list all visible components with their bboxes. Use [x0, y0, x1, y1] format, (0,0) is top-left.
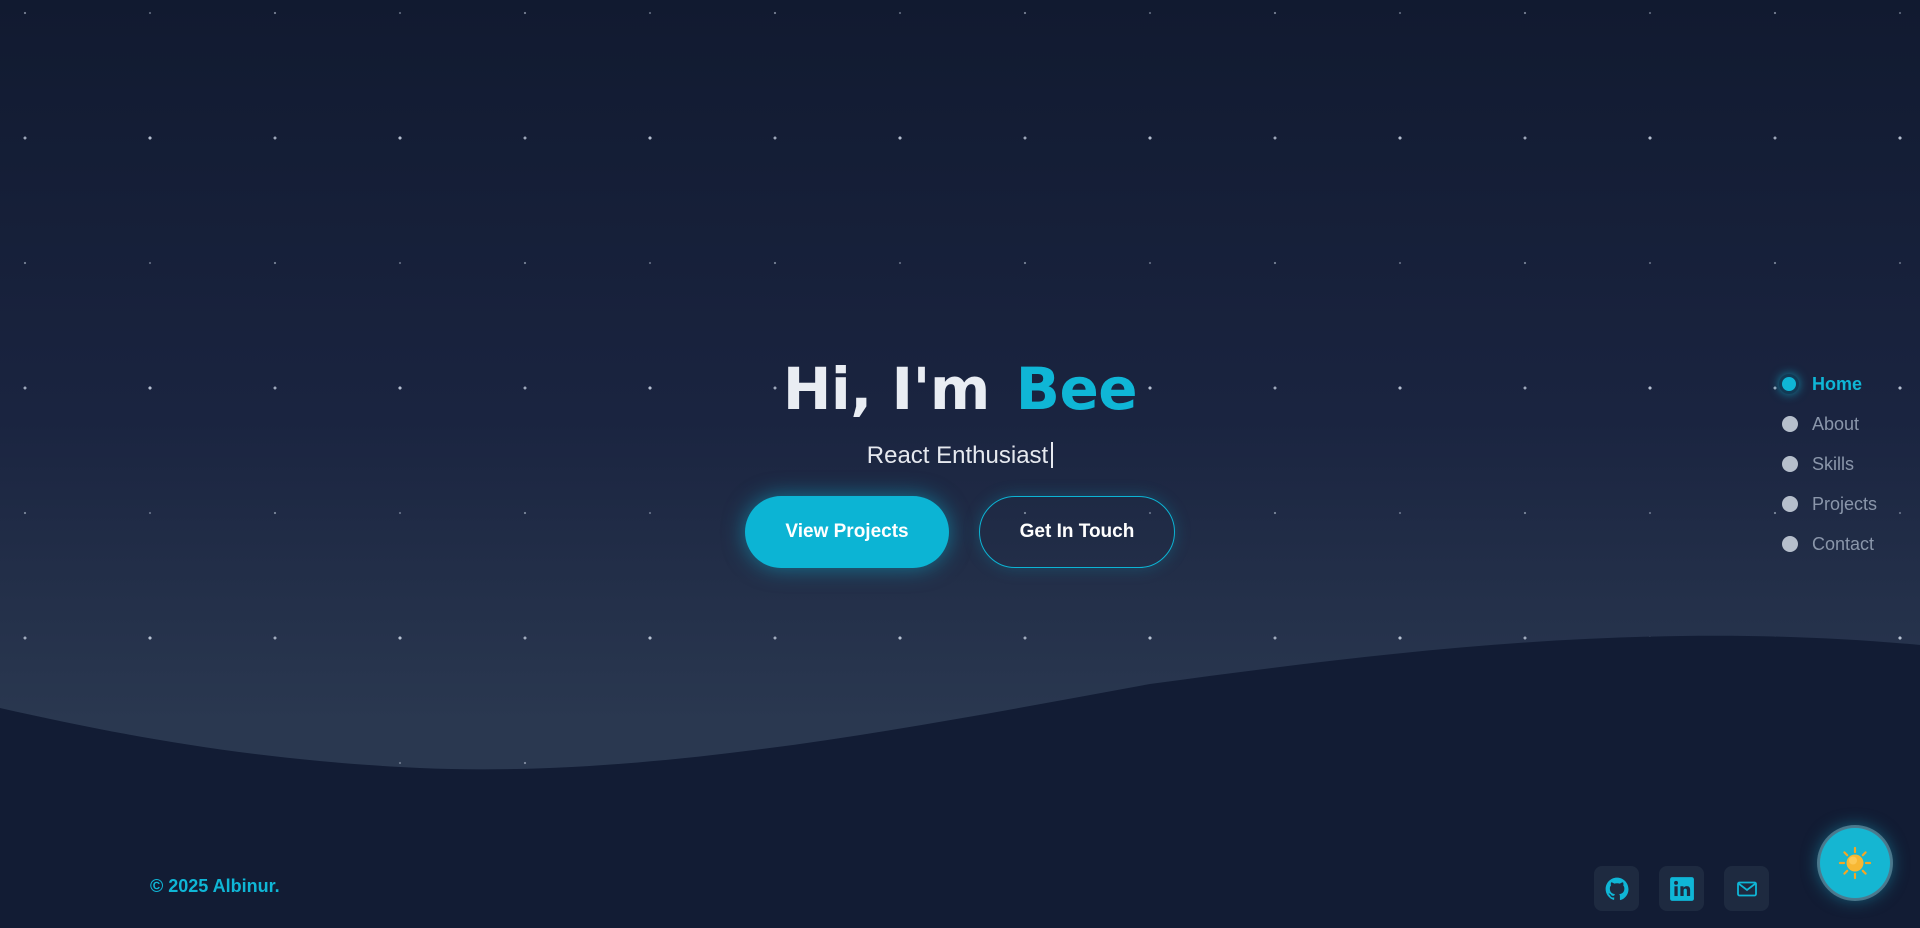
- social-links: [1594, 866, 1769, 911]
- nav-item-home[interactable]: Home: [1774, 364, 1877, 404]
- sun-icon: [1838, 846, 1872, 880]
- theme-toggle-button[interactable]: [1820, 828, 1890, 898]
- mail-icon: [1736, 881, 1757, 896]
- linkedin-icon: [1669, 876, 1694, 901]
- typing-caret: [1051, 442, 1054, 468]
- get-in-touch-button[interactable]: Get In Touch: [979, 496, 1175, 568]
- nav-dot-icon: [1782, 536, 1798, 552]
- nav-label-skills: Skills: [1812, 453, 1855, 474]
- nav-label-about: About: [1812, 413, 1860, 434]
- greeting-text: Hi, I'm: [782, 355, 990, 423]
- nav-dot-icon: [1779, 374, 1799, 394]
- hero-buttons: View Projects Get In Touch: [0, 496, 1920, 568]
- linkedin-link[interactable]: [1659, 866, 1704, 911]
- typing-subtitle: React Enthusiast: [0, 440, 1920, 472]
- nav-item-about[interactable]: About: [1774, 404, 1877, 444]
- hero-headline: Hi, I'm Bee: [0, 352, 1920, 426]
- nav-label-contact: Contact: [1812, 533, 1875, 554]
- nav-dot-icon: [1782, 416, 1798, 432]
- hero-section: Hi, I'm Bee React Enthusiast View Project…: [0, 352, 1920, 568]
- nav-dot-icon: [1782, 496, 1798, 512]
- email-link[interactable]: [1724, 866, 1769, 911]
- github-link[interactable]: [1594, 866, 1639, 911]
- footer-copyright: © 2025 Albinur.: [150, 876, 280, 896]
- github-icon: [1605, 877, 1628, 900]
- nav-item-skills[interactable]: Skills: [1774, 444, 1877, 484]
- nav-item-contact[interactable]: Contact: [1774, 524, 1877, 564]
- hero-name: Bee: [1015, 355, 1138, 423]
- view-projects-button[interactable]: View Projects: [745, 496, 949, 568]
- nav-item-projects[interactable]: Projects: [1774, 484, 1877, 524]
- subtitle-text: React Enthusiast: [866, 442, 1049, 469]
- nav-label-home: Home: [1812, 373, 1863, 394]
- nav-dot-icon: [1782, 456, 1798, 472]
- nav-label-projects: Projects: [1812, 493, 1878, 514]
- section-nav: Home About Skills Projects Contact: [1774, 364, 1877, 564]
